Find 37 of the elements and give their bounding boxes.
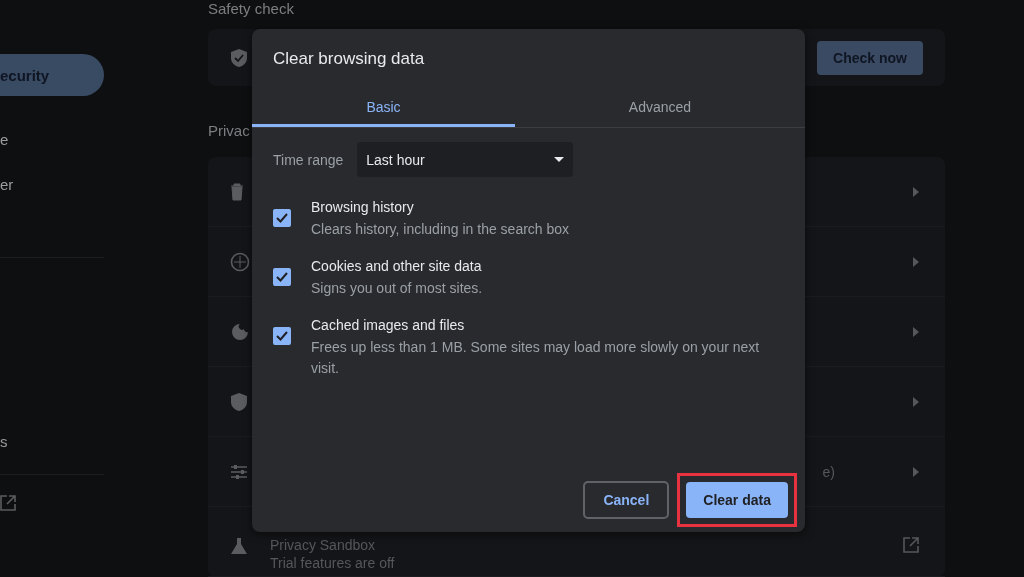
option-title: Cookies and other site data [311,258,483,274]
option-description: Frees up less than 1 MB. Some sites may load more slowly on your next visit. [311,338,761,378]
section-heading: Safety check [208,0,295,17]
clear-data-button[interactable]: Clear data [686,482,788,518]
sidebar-item[interactable]: er [0,163,14,205]
tab[interactable]: Basic [252,87,515,127]
row-text: e) [822,463,835,480]
option-description: Clears history, including in the search box [311,220,571,239]
trash-icon [230,182,244,201]
option-title: Browsing history [311,199,415,215]
dialog-title: Clear browsing data [272,48,426,69]
shield-check-icon [230,47,248,68]
shield-icon [230,391,248,412]
section-heading: Privac [208,122,251,139]
option-title: Cached images and files [311,317,466,333]
tab[interactable]: Advanced [515,87,805,127]
chevron-right-icon[interactable] [913,466,919,477]
checkbox[interactable] [273,268,291,286]
row-subtitle: Trial features are off [270,555,396,571]
external-link-icon[interactable] [0,495,16,511]
checkbox[interactable] [273,327,291,345]
dropdown-caret-icon [554,157,565,162]
flask-icon [230,537,248,555]
row-title: Privacy Sandbox [270,537,377,553]
time-range-label: Time range [273,151,344,168]
option-description: Signs you out of most sites. [311,279,484,298]
chevron-right-icon[interactable] [913,186,919,197]
chevron-right-icon[interactable] [913,396,919,407]
external-link-icon[interactable] [903,537,919,553]
chevron-right-icon[interactable] [913,256,919,267]
sliders-icon [230,463,248,480]
time-range-dropdown[interactable]: Last hour [357,142,574,177]
sidebar-item[interactable]: e [0,118,9,160]
checkbox[interactable] [273,209,291,227]
chevron-right-icon[interactable] [913,326,919,337]
sidebar-item[interactable]: s [0,420,8,462]
cancel-button[interactable]: Cancel [583,481,670,519]
